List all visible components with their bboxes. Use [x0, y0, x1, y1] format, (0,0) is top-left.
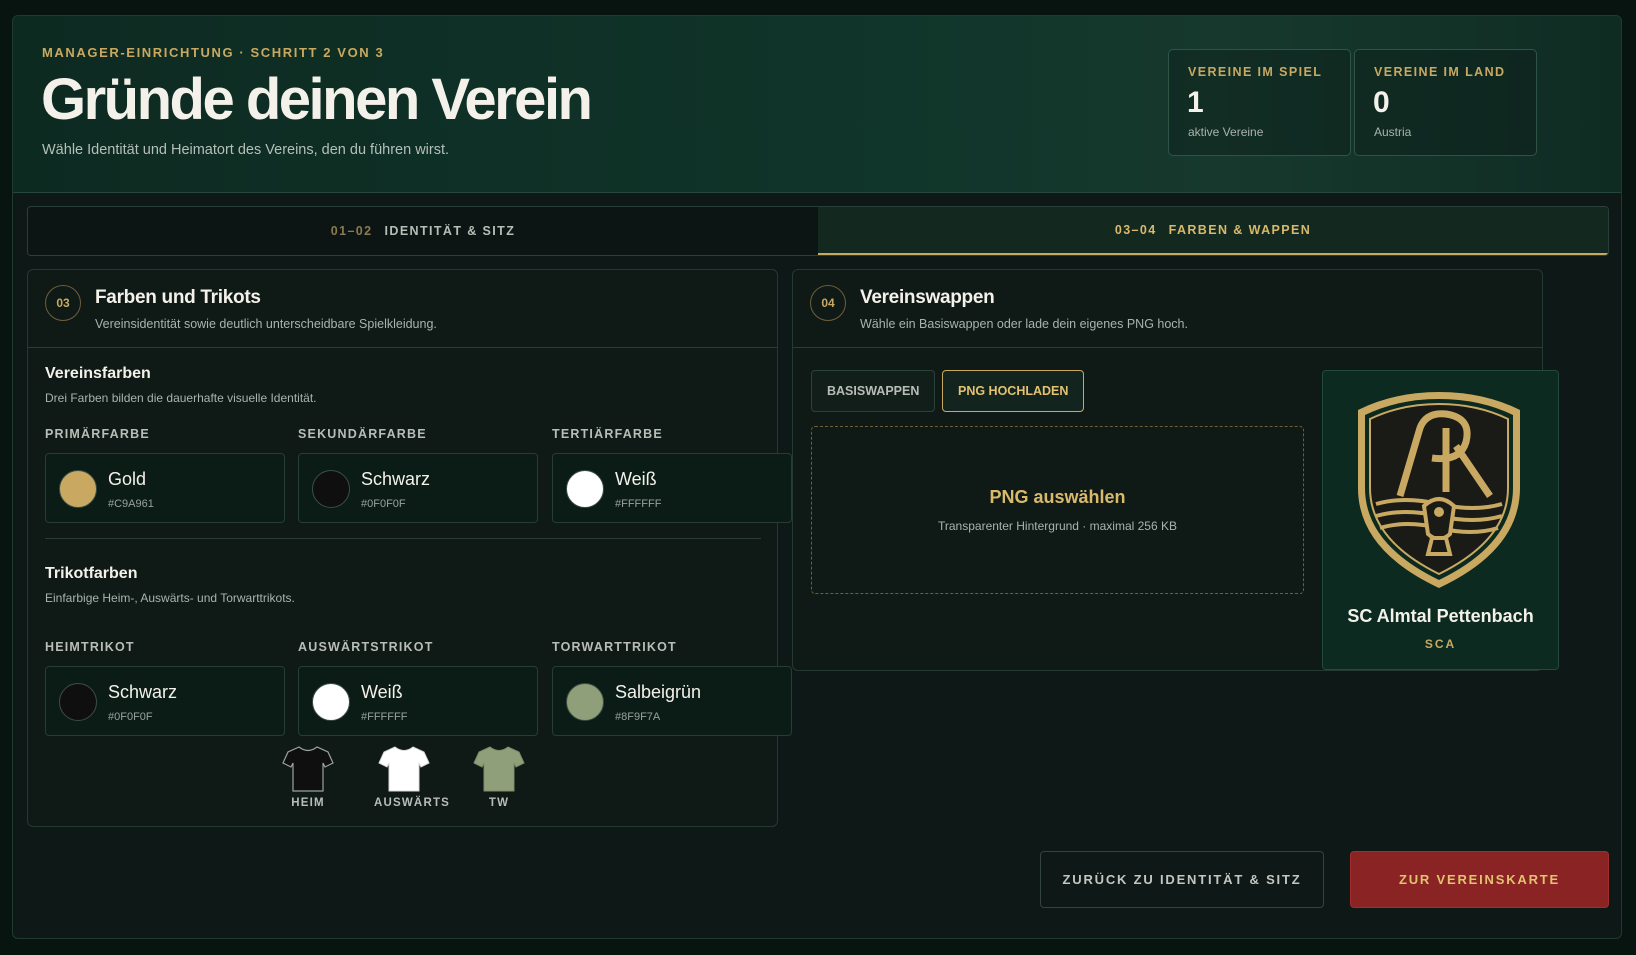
stat-clubs-in-country: VEREINE IM LAND 0 Austria: [1354, 49, 1537, 156]
tab-label: IDENTITÄT & SITZ: [384, 224, 516, 238]
color-name: Weiß: [615, 469, 657, 489]
upload-png-button[interactable]: PNG HOCHLADEN: [942, 370, 1085, 412]
stat-value: 0: [1373, 86, 1390, 119]
crest-preview-card: SC Almtal Pettenbach SCA: [1322, 370, 1559, 670]
club-colors-title: Vereinsfarben: [45, 365, 151, 382]
stat-sub: Austria: [1374, 125, 1412, 139]
color-name: Salbeigrün: [615, 682, 702, 702]
color-hex: #0F0F0F: [108, 711, 153, 723]
color-hex: #C9A961: [108, 498, 154, 510]
color-name: Gold: [108, 469, 147, 489]
page-title: Gründe deinen Verein: [41, 67, 593, 132]
jersey-icon: [473, 746, 525, 792]
color-hex: #FFFFFF: [361, 711, 408, 723]
to-club-card-button[interactable]: ZUR VEREINSKARTE: [1350, 851, 1609, 908]
jersey-label: HEIM: [291, 797, 325, 809]
panel-header: 03 Farben und Trikots Vereinsidentität s…: [28, 270, 777, 348]
color-swatch: [312, 683, 350, 721]
primary-color-label: PRIMÄRFARBE: [45, 427, 150, 441]
tab-colors-crest[interactable]: 03–04 FARBEN & WAPPEN: [818, 207, 1608, 255]
tab-label: FARBEN & WAPPEN: [1168, 223, 1312, 237]
home-kit-label: HEIMTRIKOT: [45, 640, 135, 654]
away-kit-label: AUSWÄRTSTRIKOT: [298, 640, 434, 654]
stat-label: VEREINE IM SPIEL: [1188, 65, 1323, 79]
stat-sub: aktive Vereine: [1188, 125, 1264, 139]
step-indicator: MANAGER-EINRICHTUNG · SCHRITT 2 VON 3: [42, 45, 385, 60]
app-frame: MANAGER-EINRICHTUNG · SCHRITT 2 VON 3 Gr…: [12, 15, 1622, 939]
color-swatch: [566, 683, 604, 721]
color-name: Schwarz: [361, 469, 431, 489]
step-badge: 03: [45, 285, 81, 321]
png-dropzone[interactable]: PNG auswählen Transparenter Hintergrund …: [811, 426, 1304, 594]
section-divider: [45, 538, 761, 539]
tertiary-color-picker[interactable]: Weiß #FFFFFF: [552, 453, 792, 523]
color-swatch: [312, 470, 350, 508]
base-crest-button[interactable]: BASISWAPPEN: [811, 370, 936, 412]
color-name: Weiß: [361, 682, 403, 702]
color-swatch: [59, 683, 97, 721]
panel-description: Wähle ein Basiswappen oder lade dein eig…: [860, 317, 1188, 331]
step-badge: 04: [810, 285, 846, 321]
primary-color-picker[interactable]: Gold #C9A961: [45, 453, 285, 523]
stat-value: 1: [1187, 86, 1204, 119]
color-swatch: [566, 470, 604, 508]
home-jersey-preview: HEIM: [278, 745, 338, 809]
jersey-icon: [282, 746, 334, 792]
dropzone-title: PNG auswählen: [989, 487, 1126, 507]
tertiary-color-label: TERTIÄRFARBE: [552, 427, 663, 441]
crest-panel: 04 Vereinswappen Wähle ein Basiswappen o…: [792, 269, 1559, 671]
panel-header: 04 Vereinswappen Wähle ein Basiswappen o…: [793, 270, 1542, 348]
color-hex: #0F0F0F: [361, 498, 406, 510]
kit-colors-description: Einfarbige Heim-, Auswärts- und Torwartt…: [45, 591, 295, 605]
goalkeeper-jersey-preview: TW: [469, 745, 529, 809]
jersey-label: AUSWÄRTS: [374, 797, 451, 809]
step-tabs: 01–02 IDENTITÄT & SITZ 03–04 FARBEN & WA…: [27, 206, 1609, 256]
secondary-color-label: SEKUNDÄRFARBE: [298, 427, 427, 441]
color-hex: #FFFFFF: [615, 498, 662, 510]
jersey-label: TW: [488, 797, 510, 809]
color-name: Schwarz: [108, 682, 178, 702]
page-subtitle: Wähle Identität und Heimatort des Verein…: [42, 142, 450, 158]
colors-panel: 03 Farben und Trikots Vereinsidentität s…: [27, 269, 792, 827]
color-swatch: [59, 470, 97, 508]
panel-title: Vereinswappen: [860, 287, 995, 308]
dropzone-description: Transparenter Hintergrund · maximal 256 …: [938, 519, 1177, 533]
club-name: SC Almtal Pettenbach: [1347, 606, 1534, 626]
stat-clubs-in-game: VEREINE IM SPIEL 1 aktive Vereine: [1168, 49, 1351, 156]
color-hex: #8F9F7A: [615, 711, 661, 723]
tab-number: 03–04: [1114, 223, 1157, 237]
tab-identity[interactable]: 01–02 IDENTITÄT & SITZ: [28, 207, 818, 255]
secondary-color-picker[interactable]: Schwarz #0F0F0F: [298, 453, 538, 523]
jersey-icon: [378, 746, 430, 792]
away-jersey-preview: AUSWÄRTS: [374, 745, 451, 809]
tab-number: 01–02: [330, 224, 373, 238]
goalkeeper-kit-color-picker[interactable]: Salbeigrün #8F9F7A: [552, 666, 792, 736]
home-kit-color-picker[interactable]: Schwarz #0F0F0F: [45, 666, 285, 736]
back-to-identity-button[interactable]: ZURÜCK ZU IDENTITÄT & SITZ: [1040, 851, 1324, 908]
club-colors-description: Drei Farben bilden die dauerhafte visuel…: [45, 391, 317, 405]
panel-title: Farben und Trikots: [95, 287, 261, 308]
away-kit-color-picker[interactable]: Weiß #FFFFFF: [298, 666, 538, 736]
club-abbreviation: SCA: [1424, 637, 1457, 651]
page-header: MANAGER-EINRICHTUNG · SCHRITT 2 VON 3 Gr…: [13, 16, 1621, 193]
club-crest-icon: [1358, 392, 1520, 588]
goalkeeper-kit-label: TORWARTTRIKOT: [552, 640, 677, 654]
stat-label: VEREINE IM LAND: [1374, 65, 1506, 79]
kit-colors-title: Trikotfarben: [45, 565, 138, 582]
panel-description: Vereinsidentität sowie deutlich untersch…: [95, 317, 437, 331]
